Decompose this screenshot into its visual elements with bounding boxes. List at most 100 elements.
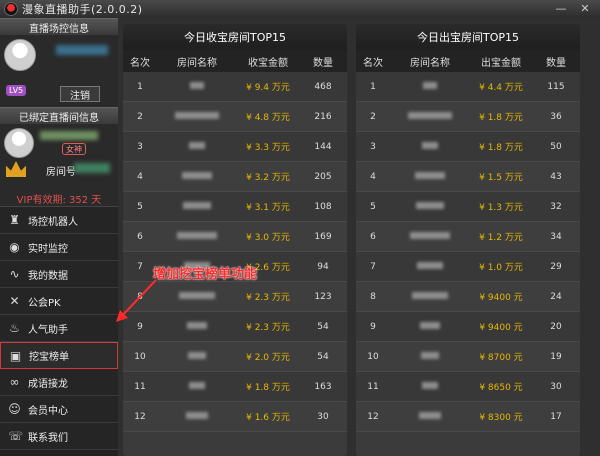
sidebar-item-popularity[interactable]: ♨ 人气助手 <box>0 315 118 342</box>
panel-title: 今日出宝房间TOP15 <box>356 24 580 50</box>
sidebar-item-idiom-chain[interactable]: ∞ 成语接龙 <box>0 369 118 396</box>
sidebar-item-monitor[interactable]: ◉ 实时监控 <box>0 234 118 261</box>
sidebar-item-contact[interactable]: ☏ 联系我们 <box>0 423 118 450</box>
level-badge: LV5 <box>6 85 27 96</box>
amount-cell: ¥ 9400 元 <box>479 323 523 333</box>
table-row[interactable]: 11 ¥ 8650 元 30 <box>356 372 580 402</box>
close-icon[interactable]: ✕ <box>574 1 596 16</box>
rank-cell: 12 <box>367 411 379 422</box>
table-body: 1 ¥ 4.4 万元 115 2 ¥ 1.8 万元 36 3 ¥ 1.8 万元 50 4 ¥ 1.5… <box>356 72 580 432</box>
amount-cell: ¥ 3.0 万元 <box>246 233 290 243</box>
count-cell: 30 <box>550 381 562 392</box>
blurred-room-number <box>74 163 110 173</box>
count-cell: 30 <box>317 411 329 422</box>
panel-receive-top15: 今日收宝房间TOP15 名次 房间名称 收宝金额 数量 1 ¥ 9.4 万元 468… <box>123 24 347 456</box>
app-logo-icon <box>4 2 18 16</box>
rank-cell: 8 <box>370 291 376 302</box>
table-row[interactable]: 9 ¥ 9400 元 20 <box>356 312 580 342</box>
amount-cell: ¥ 1.0 万元 <box>479 263 523 273</box>
room-name-cell <box>390 231 470 242</box>
sidebar-item-label: 实时监控 <box>28 243 68 255</box>
sidebar-item-treasure-list[interactable]: ▣ 挖宝榜单 <box>0 342 118 369</box>
room-name-cell <box>157 231 237 242</box>
table-row[interactable]: 10 ¥ 2.0 万元 54 <box>123 342 347 372</box>
col-room-name: 房间名称 <box>410 57 450 69</box>
minimize-icon[interactable]: — <box>550 1 572 16</box>
table-row[interactable]: 11 ¥ 1.8 万元 163 <box>123 372 347 402</box>
table-row[interactable]: 12 ¥ 8300 元 17 <box>356 402 580 432</box>
sidebar-item-robot[interactable]: ♜ 场控机器人 <box>0 207 118 234</box>
blurred-room-name <box>175 111 219 119</box>
count-cell: 169 <box>314 231 332 242</box>
sidebar-item-guild-pk[interactable]: ✕ 公会PK <box>0 288 118 315</box>
count-cell: 123 <box>314 291 332 302</box>
role-badge: 女神 <box>62 143 86 155</box>
table-body: 1 ¥ 9.4 万元 468 2 ¥ 4.8 万元 216 3 ¥ 3.3 万元 144 4 ¥ 3… <box>123 72 347 432</box>
table-row[interactable]: 4 ¥ 3.2 万元 205 <box>123 162 347 192</box>
rank-cell: 4 <box>137 171 143 182</box>
table-row[interactable]: 4 ¥ 1.5 万元 43 <box>356 162 580 192</box>
section-title-bound-room: 已绑定直播间信息 <box>0 107 118 124</box>
col-room-name: 房间名称 <box>177 57 217 69</box>
blurred-room-name <box>182 171 212 179</box>
room-name-cell <box>390 321 470 332</box>
table-row[interactable]: 12 ¥ 1.6 万元 30 <box>123 402 347 432</box>
amount-cell: ¥ 9400 元 <box>479 293 523 303</box>
amount-cell: ¥ 4.8 万元 <box>246 113 290 123</box>
room-name-cell <box>157 141 237 152</box>
logout-button[interactable]: 注销 <box>60 86 100 102</box>
table-row[interactable]: 10 ¥ 8700 元 19 <box>356 342 580 372</box>
blurred-room-name <box>410 231 450 239</box>
user-info-block: LV5 注销 <box>0 35 118 107</box>
table-row[interactable]: 5 ¥ 1.3 万元 32 <box>356 192 580 222</box>
table-row[interactable]: 2 ¥ 4.8 万元 216 <box>123 102 347 132</box>
table-row[interactable]: 2 ¥ 1.8 万元 36 <box>356 102 580 132</box>
table-row[interactable]: 6 ¥ 1.2 万元 34 <box>356 222 580 252</box>
amount-cell: ¥ 1.8 万元 <box>479 113 523 123</box>
amount-cell: ¥ 1.8 万元 <box>479 143 523 153</box>
sidebar-item-my-data[interactable]: ∿ 我的数据 <box>0 261 118 288</box>
table-row[interactable]: 3 ¥ 3.3 万元 144 <box>123 132 347 162</box>
count-cell: 163 <box>314 381 332 392</box>
room-name-cell <box>390 411 470 422</box>
table-row[interactable]: 1 ¥ 4.4 万元 115 <box>356 72 580 102</box>
blurred-room-name <box>189 381 205 389</box>
robot-icon: ♜ <box>9 213 20 227</box>
sidebar-item-member-center[interactable]: ☺ 会员中心 <box>0 396 118 423</box>
table-row[interactable]: 1 ¥ 9.4 万元 468 <box>123 72 347 102</box>
room-name-cell <box>390 111 470 122</box>
annotation-callout: 增加挖宝榜单功能 <box>153 267 258 282</box>
amount-cell: ¥ 2.0 万元 <box>246 353 290 363</box>
table-row[interactable]: 3 ¥ 1.8 万元 50 <box>356 132 580 162</box>
count-cell: 24 <box>550 291 562 302</box>
col-amount: 收宝金额 <box>248 57 288 69</box>
count-cell: 94 <box>317 261 329 272</box>
blurred-room-name <box>422 141 438 149</box>
table-row[interactable]: 5 ¥ 3.1 万元 108 <box>123 192 347 222</box>
amount-cell: ¥ 2.3 万元 <box>246 323 290 333</box>
blurred-room-name <box>420 321 440 329</box>
sidebar-item-label: 公会PK <box>28 297 61 309</box>
table-row[interactable]: 7 ¥ 1.0 万元 29 <box>356 252 580 282</box>
amount-cell: ¥ 1.2 万元 <box>479 233 523 243</box>
count-cell: 36 <box>550 111 562 122</box>
table-row[interactable]: 6 ¥ 3.0 万元 169 <box>123 222 347 252</box>
table-row[interactable]: 8 ¥ 9400 元 24 <box>356 282 580 312</box>
blurred-room-name <box>183 201 211 209</box>
panel-title: 今日收宝房间TOP15 <box>123 24 347 50</box>
section-title-live-control: 直播场控信息 <box>0 18 118 35</box>
contact-icon: ☏ <box>8 429 24 443</box>
room-number-label: 房间号 <box>46 167 76 178</box>
sidebar-item-label: 成语接龙 <box>28 378 68 390</box>
count-cell: 20 <box>550 321 562 332</box>
count-cell: 468 <box>314 81 332 92</box>
annotation-arrow <box>116 279 157 322</box>
user-gear-icon: ☺ <box>8 402 21 416</box>
count-cell: 43 <box>550 171 562 182</box>
avatar <box>4 39 36 71</box>
amount-cell: ¥ 8300 元 <box>479 413 523 423</box>
room-avatar <box>4 128 34 158</box>
blurred-room-name <box>421 351 439 359</box>
link-icon: ∞ <box>9 375 20 389</box>
sidebar-menu: ♜ 场控机器人 ◉ 实时监控 ∿ 我的数据 ✕ 公会PK ♨ 人气助手 ▣ 挖宝… <box>0 207 118 450</box>
